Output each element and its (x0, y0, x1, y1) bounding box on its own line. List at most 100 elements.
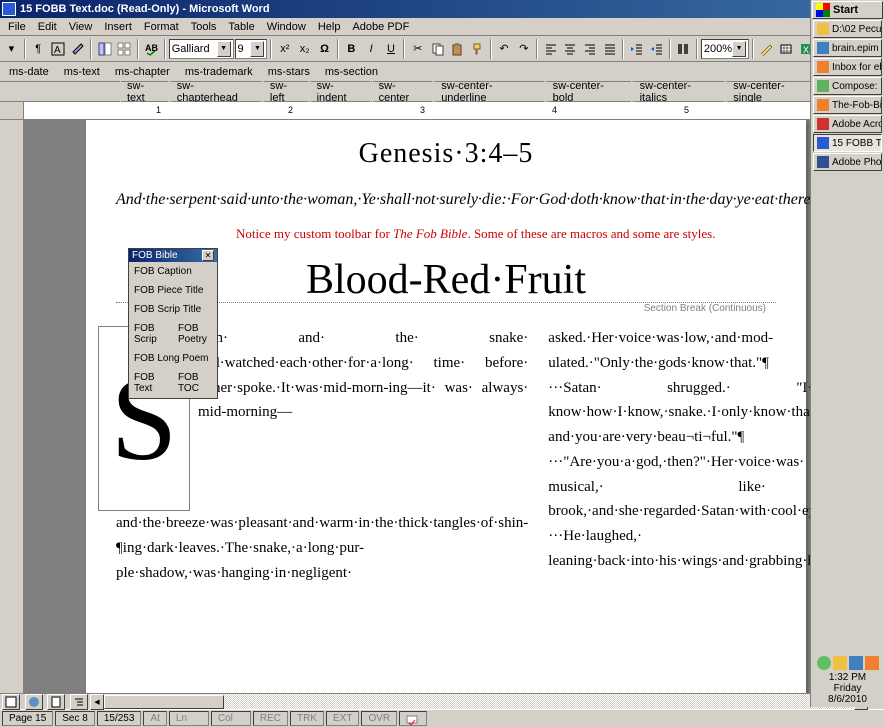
svg-text:A: A (54, 45, 61, 56)
menu-format[interactable]: Format (138, 20, 185, 34)
tray-icon[interactable] (849, 656, 863, 670)
taskbar-item[interactable]: 15 FOBB T... (813, 134, 882, 152)
clock-time[interactable]: 1:32 PM (813, 672, 882, 683)
chevron-down-icon[interactable]: ▼ (250, 41, 264, 57)
thumbnails-icon[interactable] (115, 38, 134, 60)
window-title: 15 FOBB Text.doc (Read-Only) - Microsoft… (20, 3, 270, 15)
close-icon[interactable]: ✕ (202, 250, 214, 261)
document-area[interactable]: Genesis·3:4–5 And·the·serpent·said·unto·… (24, 120, 868, 693)
taskbar-item[interactable]: The-Fob-Bible... (813, 96, 882, 114)
taskbar-item[interactable]: Adobe Acroba... (813, 115, 882, 133)
tray-icon[interactable] (817, 656, 831, 670)
fob-toc-button[interactable]: FOB TOC (173, 368, 217, 398)
copy-icon[interactable] (428, 38, 447, 60)
menu-help[interactable]: Help (312, 20, 347, 34)
outline-view-icon[interactable] (70, 694, 88, 710)
fob-scrip-button[interactable]: FOB Scrip (129, 319, 173, 349)
menu-insert[interactable]: Insert (98, 20, 138, 34)
align-right-icon[interactable] (581, 38, 600, 60)
print-view-icon[interactable] (47, 694, 65, 710)
menu-edit[interactable]: Edit (32, 20, 63, 34)
svg-text:X: X (803, 45, 809, 55)
paste-icon[interactable] (448, 38, 467, 60)
underline-icon[interactable]: U (382, 38, 401, 60)
increase-indent-icon[interactable] (647, 38, 666, 60)
pilcrow-icon[interactable]: ¶ (29, 38, 48, 60)
taskbar-item[interactable]: brain.epim - E... (813, 39, 882, 57)
undo-icon[interactable]: ↶ (495, 38, 514, 60)
redo-icon[interactable]: ↷ (514, 38, 533, 60)
task-app-icon (817, 23, 829, 35)
format-painter-icon[interactable] (468, 38, 487, 60)
align-left-icon[interactable] (541, 38, 560, 60)
start-button[interactable]: Start (812, 1, 883, 19)
fob-bible-toolbar[interactable]: FOB Bible ✕ FOB Caption FOB Piece Title … (128, 248, 218, 399)
taskbar-item[interactable]: D:\02 Peculia... (813, 20, 882, 38)
macro-ms-text[interactable]: ms-text (57, 64, 107, 80)
task-label: brain.epim - E... (832, 43, 882, 54)
document-map-icon[interactable] (95, 38, 114, 60)
status-rec[interactable]: REC (253, 711, 288, 726)
style-dropdown-icon[interactable]: ▾ (2, 38, 21, 60)
toggle-a-icon[interactable]: A (49, 38, 68, 60)
size-combo[interactable]: 9▼ (235, 39, 268, 59)
fob-long-poem-button[interactable]: FOB Long Poem (129, 349, 217, 368)
taskbar-item[interactable]: Adobe Photos... (813, 153, 882, 171)
doc-heading: Genesis·3:4–5 (116, 138, 776, 170)
fob-scrip-title-button[interactable]: FOB Scrip Title (129, 300, 217, 319)
task-app-icon (817, 42, 829, 54)
menu-file[interactable]: File (2, 20, 32, 34)
status-ext[interactable]: EXT (326, 711, 359, 726)
fob-caption-button[interactable]: FOB Caption (129, 262, 217, 281)
drawing-icon[interactable] (757, 38, 776, 60)
menu-tools[interactable]: Tools (185, 20, 223, 34)
taskbar-item[interactable]: Compose: Re:... (813, 77, 882, 95)
tray-icon[interactable] (833, 656, 847, 670)
web-view-icon[interactable] (25, 694, 43, 710)
size-combo-value: 9 (238, 43, 244, 55)
zoom-combo[interactable]: 200%▼ (701, 39, 749, 59)
italic-icon[interactable]: I (362, 38, 381, 60)
menu-adobe-pdf[interactable]: Adobe PDF (346, 20, 415, 34)
hscroll-thumb[interactable] (104, 695, 224, 709)
chevron-down-icon[interactable]: ▼ (732, 41, 746, 57)
vertical-ruler[interactable] (0, 120, 24, 693)
status-trk[interactable]: TRK (290, 711, 324, 726)
table-icon[interactable] (777, 38, 796, 60)
menu-bar: File Edit View Insert Format Tools Table… (0, 18, 884, 36)
symbol-omega-icon[interactable]: Ω (315, 38, 334, 60)
bold-icon[interactable]: B (342, 38, 361, 60)
align-justify-icon[interactable] (601, 38, 620, 60)
status-spell-icon[interactable] (399, 711, 427, 726)
decrease-indent-icon[interactable] (627, 38, 646, 60)
font-combo[interactable]: Galliard▼ (169, 39, 234, 59)
spell-check-icon[interactable]: ABC (142, 38, 161, 60)
task-label: D:\02 Peculia... (832, 24, 882, 35)
cut-icon[interactable]: ✂ (408, 38, 427, 60)
horizontal-ruler[interactable]: 1 2 3 4 5 (24, 102, 868, 120)
menu-view[interactable]: View (63, 20, 99, 34)
fob-text-button[interactable]: FOB Text (129, 368, 173, 398)
columns-icon[interactable] (674, 38, 693, 60)
tray-icon[interactable] (865, 656, 879, 670)
fob-poetry-button[interactable]: FOB Poetry (173, 319, 217, 349)
taskbar-item[interactable]: Inbox for ebe... (813, 58, 882, 76)
title-bar: 15 FOBB Text.doc (Read-Only) - Microsoft… (0, 0, 884, 18)
status-ovr[interactable]: OVR (361, 711, 397, 726)
system-tray: 1:32 PM Friday 8/6/2010 (813, 656, 882, 705)
chevron-down-icon[interactable]: ▼ (217, 41, 231, 57)
macro-ms-date[interactable]: ms-date (2, 64, 56, 80)
menu-window[interactable]: Window (261, 20, 312, 34)
subscript-icon[interactable]: x₂ (295, 38, 314, 60)
status-bar: Page 15 Sec 8 15/253 At Ln Col REC TRK E… (0, 709, 884, 727)
status-col: Col (211, 711, 251, 726)
normal-view-icon[interactable] (2, 694, 20, 710)
fob-piece-title-button[interactable]: FOB Piece Title (129, 281, 217, 300)
align-center-icon[interactable] (561, 38, 580, 60)
taskbar: Start D:\02 Peculia... brain.epim - E... I… (810, 0, 884, 707)
scroll-left-icon[interactable]: ◀ (90, 694, 104, 710)
superscript-icon[interactable]: x² (275, 38, 294, 60)
menu-table[interactable]: Table (222, 20, 260, 34)
fob-toolbar-title[interactable]: FOB Bible ✕ (129, 249, 217, 262)
highlight-icon[interactable] (68, 38, 87, 60)
